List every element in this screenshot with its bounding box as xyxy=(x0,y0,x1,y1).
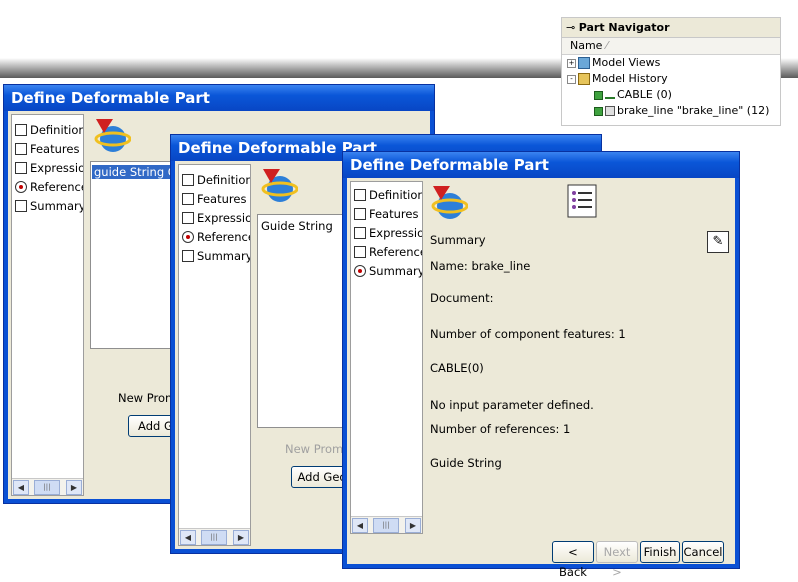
checkbox-icon[interactable] xyxy=(15,142,27,155)
checkbox-icon[interactable] xyxy=(15,199,27,212)
step-list-scrollbar[interactable]: ◀ ||| ▶ xyxy=(179,528,250,545)
step-expression[interactable]: Expression xyxy=(354,225,422,241)
cancel-button[interactable]: Cancel xyxy=(682,541,724,563)
nx-logo-icon xyxy=(94,119,131,152)
nav-item-brake-line[interactable]: brake_line "brake_line" (12) xyxy=(594,103,769,119)
nav-item-cable[interactable]: CABLE (0) xyxy=(594,87,672,103)
step-list-scrollbar[interactable]: ◀ ||| ▶ xyxy=(351,516,422,533)
scroll-left-icon[interactable]: ◀ xyxy=(352,518,368,533)
step-list: Definition Features Expression Reference… xyxy=(11,114,84,496)
nx-logo-icon xyxy=(431,186,468,219)
summary-refs-count: Number of references: 1 xyxy=(430,422,571,436)
pin-icon[interactable]: ⊸ xyxy=(566,21,579,34)
step-list: Definition Features Expression Reference… xyxy=(350,181,423,534)
step-features[interactable]: Features xyxy=(182,191,246,207)
current-step-icon[interactable] xyxy=(182,230,194,243)
step-reference[interactable]: Reference xyxy=(15,179,83,195)
dialog-define-deformable-part-3: Define Deformable Part Definition Featur… xyxy=(342,151,740,579)
cable-icon xyxy=(605,92,615,99)
scroll-left-icon[interactable]: ◀ xyxy=(180,530,196,545)
step-summary[interactable]: Summary xyxy=(15,198,83,214)
step-expression[interactable]: Expression xyxy=(15,160,83,176)
part-icon xyxy=(605,106,615,116)
reference-list-item[interactable]: Guide String xyxy=(261,219,333,233)
checkbox-icon[interactable] xyxy=(182,249,194,262)
back-button[interactable]: < Back xyxy=(552,541,594,579)
navigator-title: ⊸ Part Navigator xyxy=(562,18,780,38)
scroll-right-icon[interactable]: ▶ xyxy=(233,530,249,545)
step-features[interactable]: Features xyxy=(15,141,79,157)
check-icon xyxy=(594,106,603,116)
step-definition[interactable]: Definition xyxy=(182,172,250,188)
step-expression[interactable]: Expression xyxy=(182,210,250,226)
summary-document: Document: xyxy=(430,291,494,305)
checkbox-icon[interactable] xyxy=(15,123,27,136)
model-views-icon xyxy=(578,57,590,69)
scroll-right-icon[interactable]: ▶ xyxy=(405,518,421,533)
new-prompt-label: New Promp xyxy=(285,442,351,456)
step-definition[interactable]: Definition xyxy=(354,187,422,203)
summary-features-count: Number of component features: 1 xyxy=(430,327,626,341)
scroll-thumb[interactable]: ||| xyxy=(373,518,399,533)
current-step-icon[interactable] xyxy=(354,264,366,277)
step-definition[interactable]: Definition xyxy=(15,122,83,138)
check-icon xyxy=(594,90,603,100)
collapse-icon[interactable]: - xyxy=(567,74,576,84)
summary-list-icon xyxy=(567,184,597,218)
checkbox-icon[interactable] xyxy=(182,211,194,224)
checkbox-icon[interactable] xyxy=(354,245,366,258)
step-summary[interactable]: Summary xyxy=(354,263,422,279)
edit-icon[interactable]: ✎ xyxy=(707,231,729,253)
step-list: Definition Features Expression Reference… xyxy=(178,164,251,546)
navigator-column-header[interactable]: Name ⁄ xyxy=(562,38,780,55)
summary-feature: CABLE(0) xyxy=(430,361,484,375)
checkbox-icon[interactable] xyxy=(15,161,27,174)
scroll-right-icon[interactable]: ▶ xyxy=(66,480,82,495)
summary-heading: Summary xyxy=(430,233,486,247)
dialog-title[interactable]: Define Deformable Part xyxy=(343,152,739,178)
step-list-scrollbar[interactable]: ◀ ||| ▶ xyxy=(12,478,83,495)
nav-item-model-views[interactable]: + Model Views xyxy=(567,55,660,71)
dialog-title[interactable]: Define Deformable Part xyxy=(4,85,434,111)
step-reference[interactable]: Reference xyxy=(354,244,422,260)
summary-name: Name: brake_line xyxy=(430,259,531,273)
scroll-thumb[interactable]: ||| xyxy=(201,530,227,545)
checkbox-icon[interactable] xyxy=(354,207,366,220)
finish-button[interactable]: Finish xyxy=(640,541,680,563)
checkbox-icon[interactable] xyxy=(354,188,366,201)
nx-logo-icon xyxy=(261,169,298,202)
checkbox-icon[interactable] xyxy=(354,226,366,239)
nav-item-model-history[interactable]: - Model History xyxy=(567,71,668,87)
expand-icon[interactable]: + xyxy=(567,58,576,68)
checkbox-icon[interactable] xyxy=(182,192,194,205)
checkbox-icon[interactable] xyxy=(182,173,194,186)
step-features[interactable]: Features xyxy=(354,206,418,222)
folder-icon xyxy=(578,73,590,85)
step-reference[interactable]: Reference xyxy=(182,229,250,245)
step-summary[interactable]: Summary xyxy=(182,248,250,264)
summary-ref: Guide String xyxy=(430,456,502,470)
part-navigator: ⊸ Part Navigator Name ⁄ + Model Views - Mo… xyxy=(561,17,781,126)
scroll-left-icon[interactable]: ◀ xyxy=(13,480,29,495)
summary-params: No input parameter defined. xyxy=(430,398,594,412)
next-button[interactable]: Next > xyxy=(596,541,638,579)
current-step-icon[interactable] xyxy=(15,180,27,193)
scroll-thumb[interactable]: ||| xyxy=(34,480,60,495)
